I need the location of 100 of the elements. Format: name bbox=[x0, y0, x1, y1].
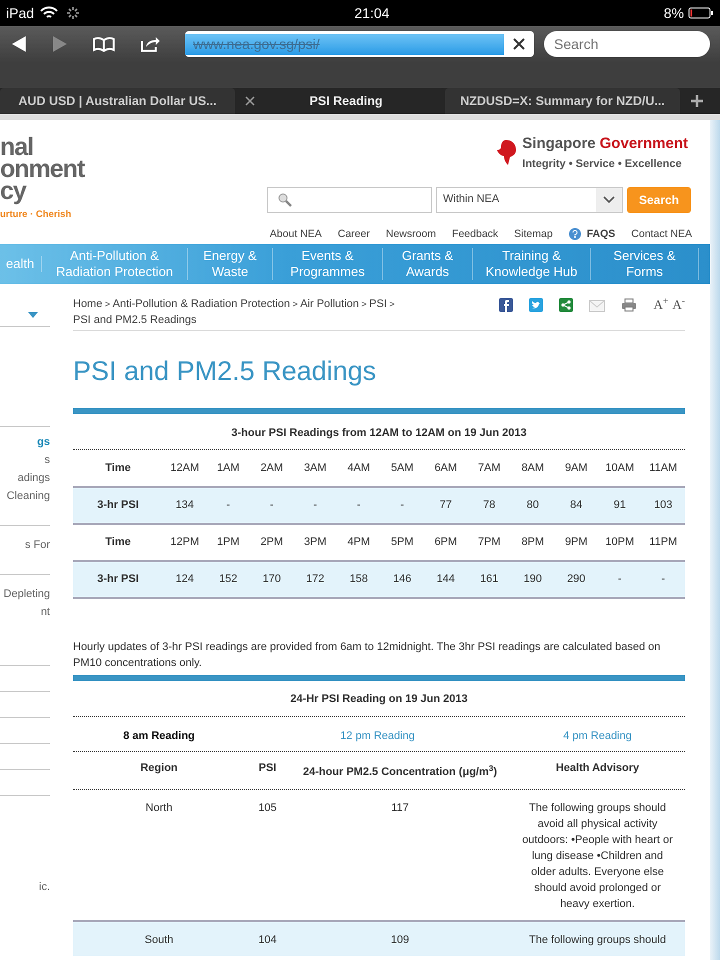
table-cell-text: 105 bbox=[257, 800, 278, 816]
clock: 21:04 bbox=[354, 4, 390, 20]
table-cell: 190 bbox=[511, 561, 554, 598]
table-cell: 103 bbox=[642, 487, 685, 524]
breadcrumb-link[interactable]: PSI bbox=[369, 298, 387, 310]
nav-item[interactable]: Services & Forms bbox=[591, 248, 699, 280]
table-cell: 158 bbox=[337, 561, 380, 598]
column-header: 8AM bbox=[511, 450, 554, 487]
table-cell-text: The following groups should bbox=[528, 932, 667, 948]
table-cell: - bbox=[642, 561, 685, 598]
new-tab-icon[interactable] bbox=[690, 94, 704, 108]
government-name: Singapore bbox=[522, 135, 596, 152]
sidebar-item[interactable]: gs bbox=[0, 433, 50, 451]
font-size-button[interactable]: A$^{+}$ bbox=[653, 295, 668, 314]
sidebar-item[interactable]: Cleaning bbox=[0, 487, 50, 505]
table-cell: 290 bbox=[554, 561, 598, 598]
sidebar-item[interactable]: adings bbox=[0, 469, 50, 487]
page-title: PSI and PM2.5 Readings bbox=[73, 355, 378, 388]
sidebar-text: ic. bbox=[38, 880, 50, 895]
reading-tab[interactable]: 8 am Reading bbox=[73, 716, 245, 751]
search-field[interactable]: Search bbox=[544, 31, 710, 57]
table-cell: 91 bbox=[598, 487, 642, 524]
column-header: 10PM bbox=[598, 524, 642, 561]
share-icon[interactable] bbox=[559, 298, 574, 312]
wifi-icon bbox=[40, 6, 58, 20]
forward-icon[interactable] bbox=[52, 35, 68, 53]
column-header: 6AM bbox=[424, 450, 468, 487]
row-header: Time bbox=[73, 524, 163, 561]
header-link[interactable]: Feedback bbox=[452, 226, 498, 242]
header-link[interactable]: Contact NEA bbox=[631, 226, 692, 242]
table-cell: 84 bbox=[554, 487, 598, 524]
row-header: 3-hr PSI bbox=[73, 487, 163, 524]
table-cell-text: The following groups should avoid all physical activity outdoors: •People with heart or lung disease •Children and older adults. Everyone else should avoid prolonged or heavy exertion. bbox=[521, 800, 674, 912]
sidebar-item[interactable]: s For bbox=[0, 536, 50, 554]
row-header: Time bbox=[73, 450, 163, 487]
search-icon bbox=[278, 192, 292, 206]
column-header: 6PM bbox=[424, 524, 468, 561]
battery-percent: 8% bbox=[664, 4, 684, 22]
twitter-icon[interactable] bbox=[529, 298, 544, 312]
tab-label: PSI Reading bbox=[310, 92, 382, 110]
breadcrumb-separator: > bbox=[388, 299, 395, 309]
column-header: 9AM bbox=[554, 450, 598, 487]
browser-tab[interactable]: NZDUSD=X: Summary for NZD/U... bbox=[445, 88, 680, 114]
table-cell: - bbox=[206, 487, 250, 524]
sidebar-item[interactable]: s bbox=[0, 451, 50, 469]
sidebar-item[interactable]: Depleting bbox=[0, 585, 50, 603]
column-header: 12PM bbox=[163, 524, 206, 561]
column-header: 5PM bbox=[380, 524, 424, 561]
column-header: 4PM bbox=[337, 524, 380, 561]
tab-label: NZDUSD=X: Summary for NZD/U... bbox=[460, 92, 665, 110]
table-cell: 144 bbox=[424, 561, 468, 598]
header-link[interactable]: Career bbox=[338, 226, 370, 242]
table-cell: 152 bbox=[206, 561, 250, 598]
breadcrumb-link[interactable]: Home bbox=[73, 298, 102, 310]
table-caption: 24-Hr PSI Reading on 19 Jun 2013 bbox=[73, 681, 685, 716]
header-link[interactable]: Newsroom bbox=[386, 226, 436, 242]
browser-tab[interactable]: AUD USD | Australian Dollar US... bbox=[0, 88, 235, 114]
breadcrumb-link[interactable]: Air Pollution bbox=[300, 298, 359, 310]
column-header: Region bbox=[139, 761, 179, 776]
column-header: 11PM bbox=[642, 524, 685, 561]
facebook-icon[interactable] bbox=[499, 298, 514, 312]
government-motto: Integrity • Service • Excellence bbox=[522, 157, 683, 172]
help-icon[interactable] bbox=[568, 228, 581, 240]
sidebar-item[interactable]: nt bbox=[0, 603, 50, 621]
spinner-icon bbox=[66, 6, 80, 20]
print-icon[interactable] bbox=[621, 298, 638, 312]
breadcrumb-link[interactable]: Anti-Pollution & Radiation Protection bbox=[112, 298, 290, 310]
row-header: 3-hr PSI bbox=[73, 561, 163, 598]
table-caption: 3-hour PSI Readings from 12AM to 12AM on 19 Jun 2013 bbox=[73, 414, 685, 450]
font-size-button[interactable]: A$^{-}$ bbox=[672, 295, 685, 314]
header-link[interactable]: About NEA bbox=[270, 226, 322, 242]
breadcrumb-link[interactable]: PSI and PM2.5 Readings bbox=[73, 314, 197, 326]
logo-text: nal bbox=[0, 136, 34, 158]
header-link[interactable]: FAQS bbox=[586, 226, 616, 242]
scope-dropdown[interactable]: Within NEA bbox=[436, 186, 623, 212]
column-header: 7PM bbox=[468, 524, 511, 561]
table-cell-text: 117 bbox=[390, 800, 410, 816]
table-cell: - bbox=[337, 487, 380, 524]
table-cell: 78 bbox=[468, 487, 511, 524]
column-header: 2AM bbox=[250, 450, 294, 487]
column-header: 9PM bbox=[554, 524, 598, 561]
book-icon[interactable] bbox=[92, 36, 116, 52]
device-name: iPad bbox=[6, 4, 34, 22]
note-text: Hourly updates of 3-hr PSI readings are provided from 6am to 12midnight. The 3hr PSI readings are calculated based on PM10 concentrations only. bbox=[73, 640, 662, 671]
table-cell-text: North bbox=[144, 800, 174, 816]
table-cell: 170 bbox=[250, 561, 294, 598]
caret-down-icon[interactable] bbox=[28, 312, 38, 318]
table-cell: 172 bbox=[294, 561, 337, 598]
column-header: 4AM bbox=[337, 450, 380, 487]
column-header: 2PM bbox=[250, 524, 294, 561]
share-icon[interactable] bbox=[139, 35, 162, 53]
close-icon[interactable] bbox=[245, 96, 255, 106]
column-header: 1PM bbox=[206, 524, 250, 561]
column-header: 3AM bbox=[294, 450, 337, 487]
column-header: Health Advisory bbox=[554, 761, 640, 776]
header-link[interactable]: Sitemap bbox=[514, 226, 553, 242]
search-field[interactable] bbox=[267, 186, 432, 212]
breadcrumb-separator: > bbox=[360, 299, 368, 309]
back-icon[interactable] bbox=[10, 35, 28, 53]
table-cell: 134 bbox=[163, 487, 206, 524]
